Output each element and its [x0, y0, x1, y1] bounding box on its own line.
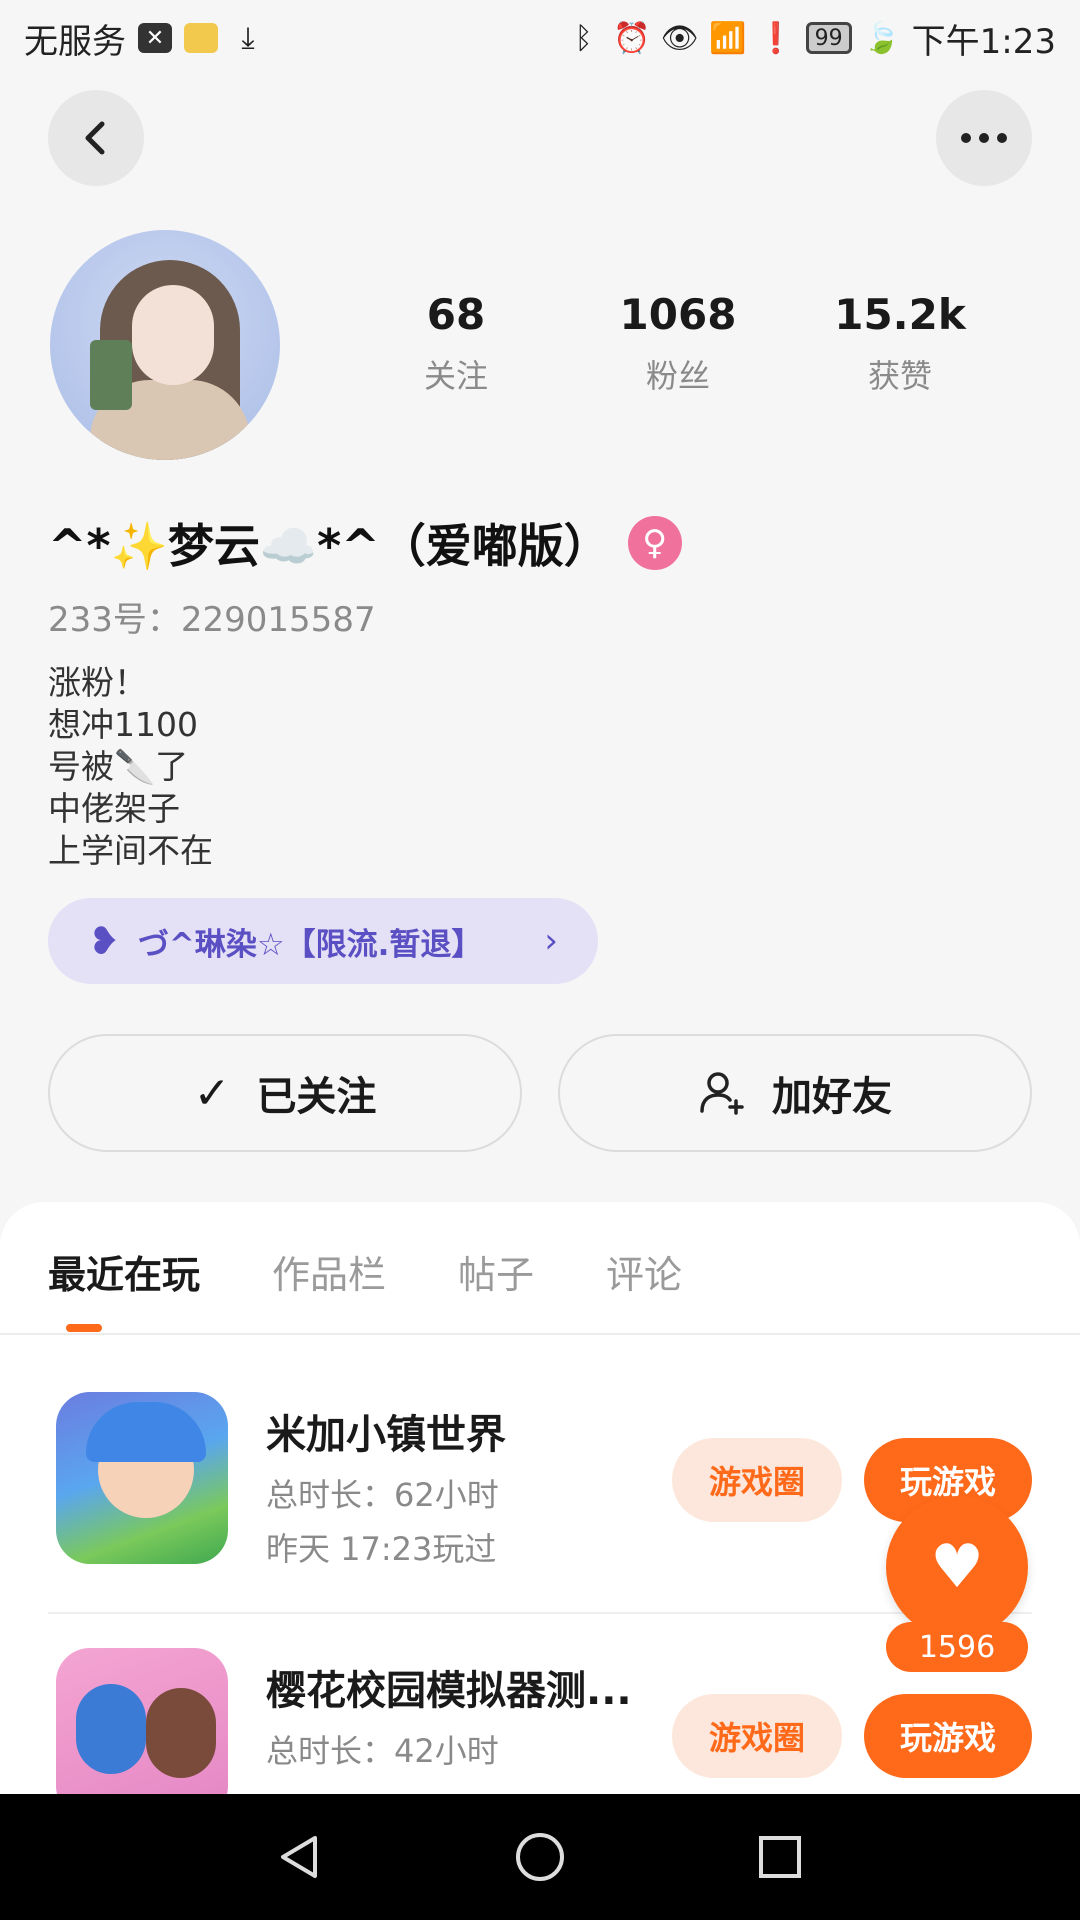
back-button[interactable] — [48, 90, 144, 186]
add-friend-button[interactable]: 加好友 — [558, 1034, 1032, 1152]
download-icon: ⤓ — [241, 20, 255, 56]
avatar-drink — [90, 340, 132, 410]
bio-line: 涨粉！ — [48, 663, 147, 702]
followed-label: 已关注 — [256, 1074, 377, 1120]
add-friend-label: 加好友 — [772, 1074, 892, 1120]
game-duration: 总时长：42小时 — [266, 1732, 499, 1770]
heart-icon: ♥ — [930, 1532, 984, 1602]
bluetooth-icon: ᛒ — [574, 20, 593, 56]
like-count: 1596 — [886, 1622, 1028, 1672]
more-dot-icon — [961, 133, 971, 143]
game-icon-character — [146, 1688, 216, 1778]
game-icon[interactable] — [56, 1392, 228, 1564]
bio-line: 中佬架子 — [48, 789, 180, 828]
game-circle-button[interactable]: 游戏圈 — [672, 1438, 842, 1522]
like-button[interactable]: ♥ — [886, 1496, 1028, 1638]
heart-icon: ❥ — [88, 919, 120, 963]
female-icon: ♀ — [627, 516, 682, 570]
battery-icon: 99 — [805, 22, 852, 54]
clock: 下午1:23 — [911, 21, 1056, 62]
stat-label: 获赞 — [867, 357, 932, 395]
name-row: ^*✨梦云☁️*^（爱嘟版） ♀ — [48, 510, 682, 576]
eye-icon: 👁 — [660, 20, 699, 56]
bio-line: 想冲1100 — [48, 705, 198, 744]
carrier-label: 无服务 — [24, 21, 126, 62]
chevron-left-icon — [85, 121, 105, 155]
profile-name: ^*✨梦云☁️*^（爱嘟版） — [48, 519, 610, 573]
triangle-back-icon — [281, 1836, 317, 1878]
nav-recents-button[interactable] — [750, 1827, 810, 1887]
bio-line: 上学间不在 — [48, 831, 213, 870]
more-dot-icon — [997, 133, 1007, 143]
stat-followers[interactable]: 1068 粉丝 — [567, 290, 789, 397]
game-icon-character — [76, 1684, 146, 1774]
avatar-face — [132, 285, 214, 385]
chevron-right-icon: › — [544, 921, 558, 961]
tab-works[interactable]: 作品栏 — [272, 1244, 386, 1299]
list-item[interactable]: 米加小镇世界 总时长：62小时 昨天 17:23玩过 游戏圈 玩游戏 — [48, 1392, 1032, 1592]
stat-label: 关注 — [423, 357, 488, 395]
tab-indicator — [66, 1324, 102, 1332]
status-right: ᛒ ⏰ 👁 📶 ❗ 99 🍃 下午1:23 — [566, 14, 1056, 63]
add-user-icon — [700, 1072, 744, 1115]
profile-bio: 涨粉！ 想冲1100 号被🔪了 中佬架子 上学间不在 — [48, 662, 213, 872]
wifi-icon: 📶 — [708, 20, 747, 56]
folder-notification-icon — [184, 23, 218, 53]
more-dot-icon — [979, 133, 989, 143]
group-badge-button[interactable]: ❥ づ^琳染☆【限流.暂退】 › — [48, 898, 598, 984]
stat-value: 15.2k — [834, 290, 966, 339]
tab-recent-play[interactable]: 最近在玩 — [48, 1244, 200, 1299]
square-recents-icon — [759, 1836, 801, 1878]
alarm-icon: ⏰ — [612, 20, 651, 56]
profile-tabs: 最近在玩 作品栏 帖子 评论 — [48, 1244, 682, 1299]
game-title: 樱花校园模拟器测... — [266, 1668, 632, 1714]
tab-comments[interactable]: 评论 — [606, 1244, 682, 1299]
tab-posts[interactable]: 帖子 — [458, 1244, 534, 1299]
play-game-button[interactable]: 玩游戏 — [864, 1694, 1032, 1778]
bio-line: 号被🔪了 — [48, 747, 189, 786]
nav-home-button[interactable] — [510, 1827, 570, 1887]
divider — [48, 1612, 1032, 1614]
game-icon-hair — [86, 1402, 206, 1462]
circle-home-icon — [516, 1833, 564, 1881]
tab-divider — [0, 1333, 1080, 1335]
game-title: 米加小镇世界 — [266, 1412, 506, 1458]
profile-stats: 68 关注 1068 粉丝 15.2k 获赞 — [345, 290, 1025, 397]
stat-value: 1068 — [619, 290, 737, 339]
content-panel: 最近在玩 作品栏 帖子 评论 米加小镇世界 总时长：62小时 昨天 17:23玩… — [0, 1202, 1080, 1820]
followed-button[interactable]: ✓ 已关注 — [48, 1034, 522, 1152]
stat-following[interactable]: 68 关注 — [345, 290, 567, 397]
game-duration: 总时长：62小时 — [266, 1476, 499, 1514]
sim-alert-icon: ❗ — [756, 20, 795, 56]
more-button[interactable] — [936, 90, 1032, 186]
leaf-icon: 🍃 — [862, 20, 901, 56]
status-left: 无服务 ✕ ⤓ — [24, 14, 266, 63]
status-bar: 无服务 ✕ ⤓ ᛒ ⏰ 👁 📶 ❗ 99 🍃 下午1:23 — [0, 0, 1080, 76]
game-last-played: 昨天 17:23玩过 — [266, 1530, 497, 1568]
user-id: 233号：229015587 — [48, 600, 376, 640]
stat-likes[interactable]: 15.2k 获赞 — [789, 290, 1011, 397]
game-circle-button[interactable]: 游戏圈 — [672, 1694, 842, 1778]
stat-value: 68 — [426, 290, 486, 339]
system-nav-bar — [0, 1794, 1080, 1920]
stat-label: 粉丝 — [645, 357, 710, 395]
app-notification-icon: ✕ — [138, 23, 172, 53]
nav-back-button[interactable] — [270, 1827, 330, 1887]
avatar[interactable] — [50, 230, 280, 460]
check-icon: ✓ — [193, 1067, 231, 1119]
group-label: づ^琳染☆【限流.暂退】 — [137, 926, 483, 963]
